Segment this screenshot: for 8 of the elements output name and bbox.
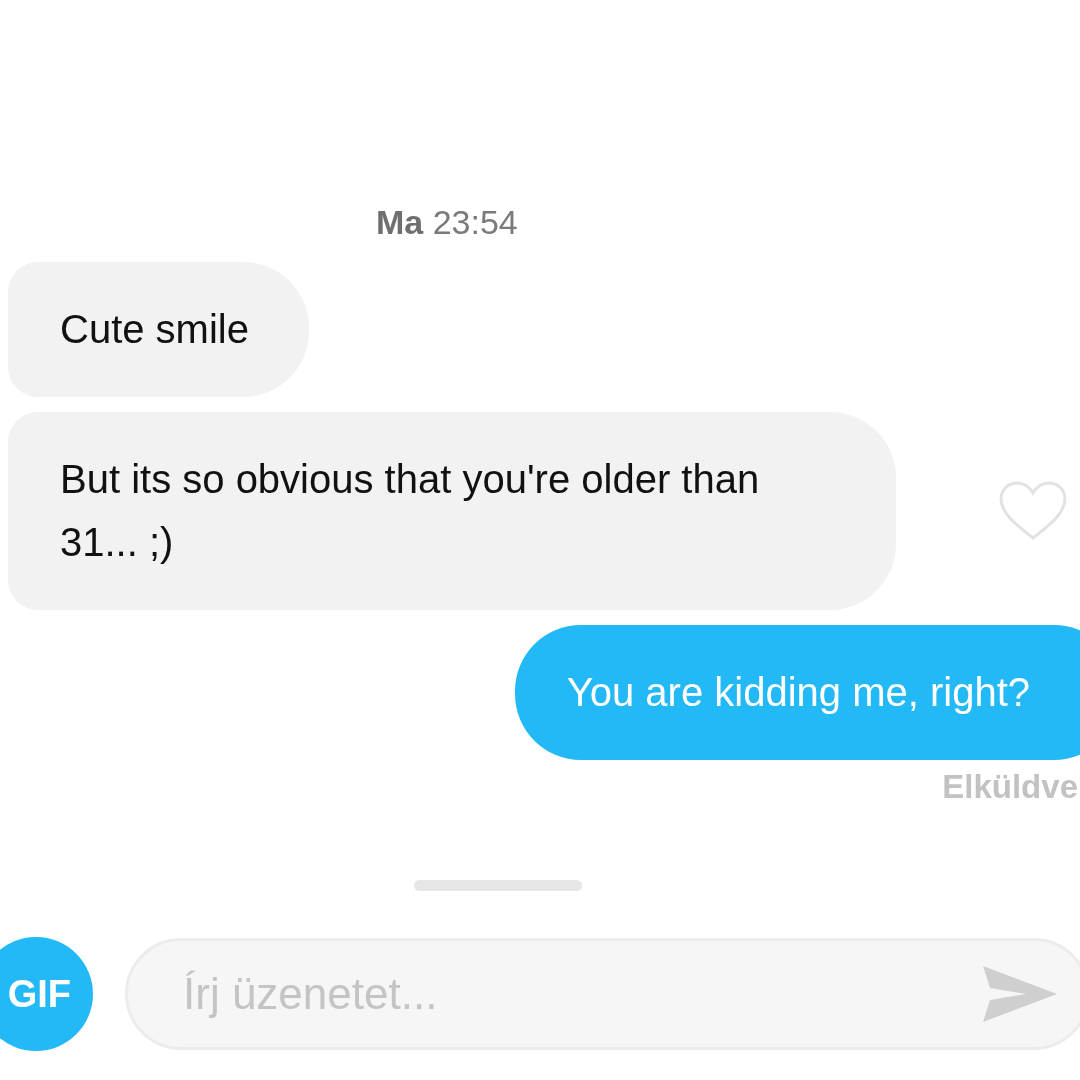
delivery-status: Elküldve [942, 768, 1078, 806]
gif-button[interactable]: GIF [0, 937, 93, 1051]
received-message-bubble: But its so obvious that you're older than 31... ;) [8, 412, 896, 610]
drag-handle[interactable] [414, 880, 582, 891]
heart-icon[interactable] [998, 480, 1068, 542]
message-timestamp: Ma 23:54 [376, 202, 518, 242]
received-message-bubble: Cute smile [8, 262, 309, 397]
sent-message-bubble: You are kidding me, right? [514, 625, 1080, 760]
